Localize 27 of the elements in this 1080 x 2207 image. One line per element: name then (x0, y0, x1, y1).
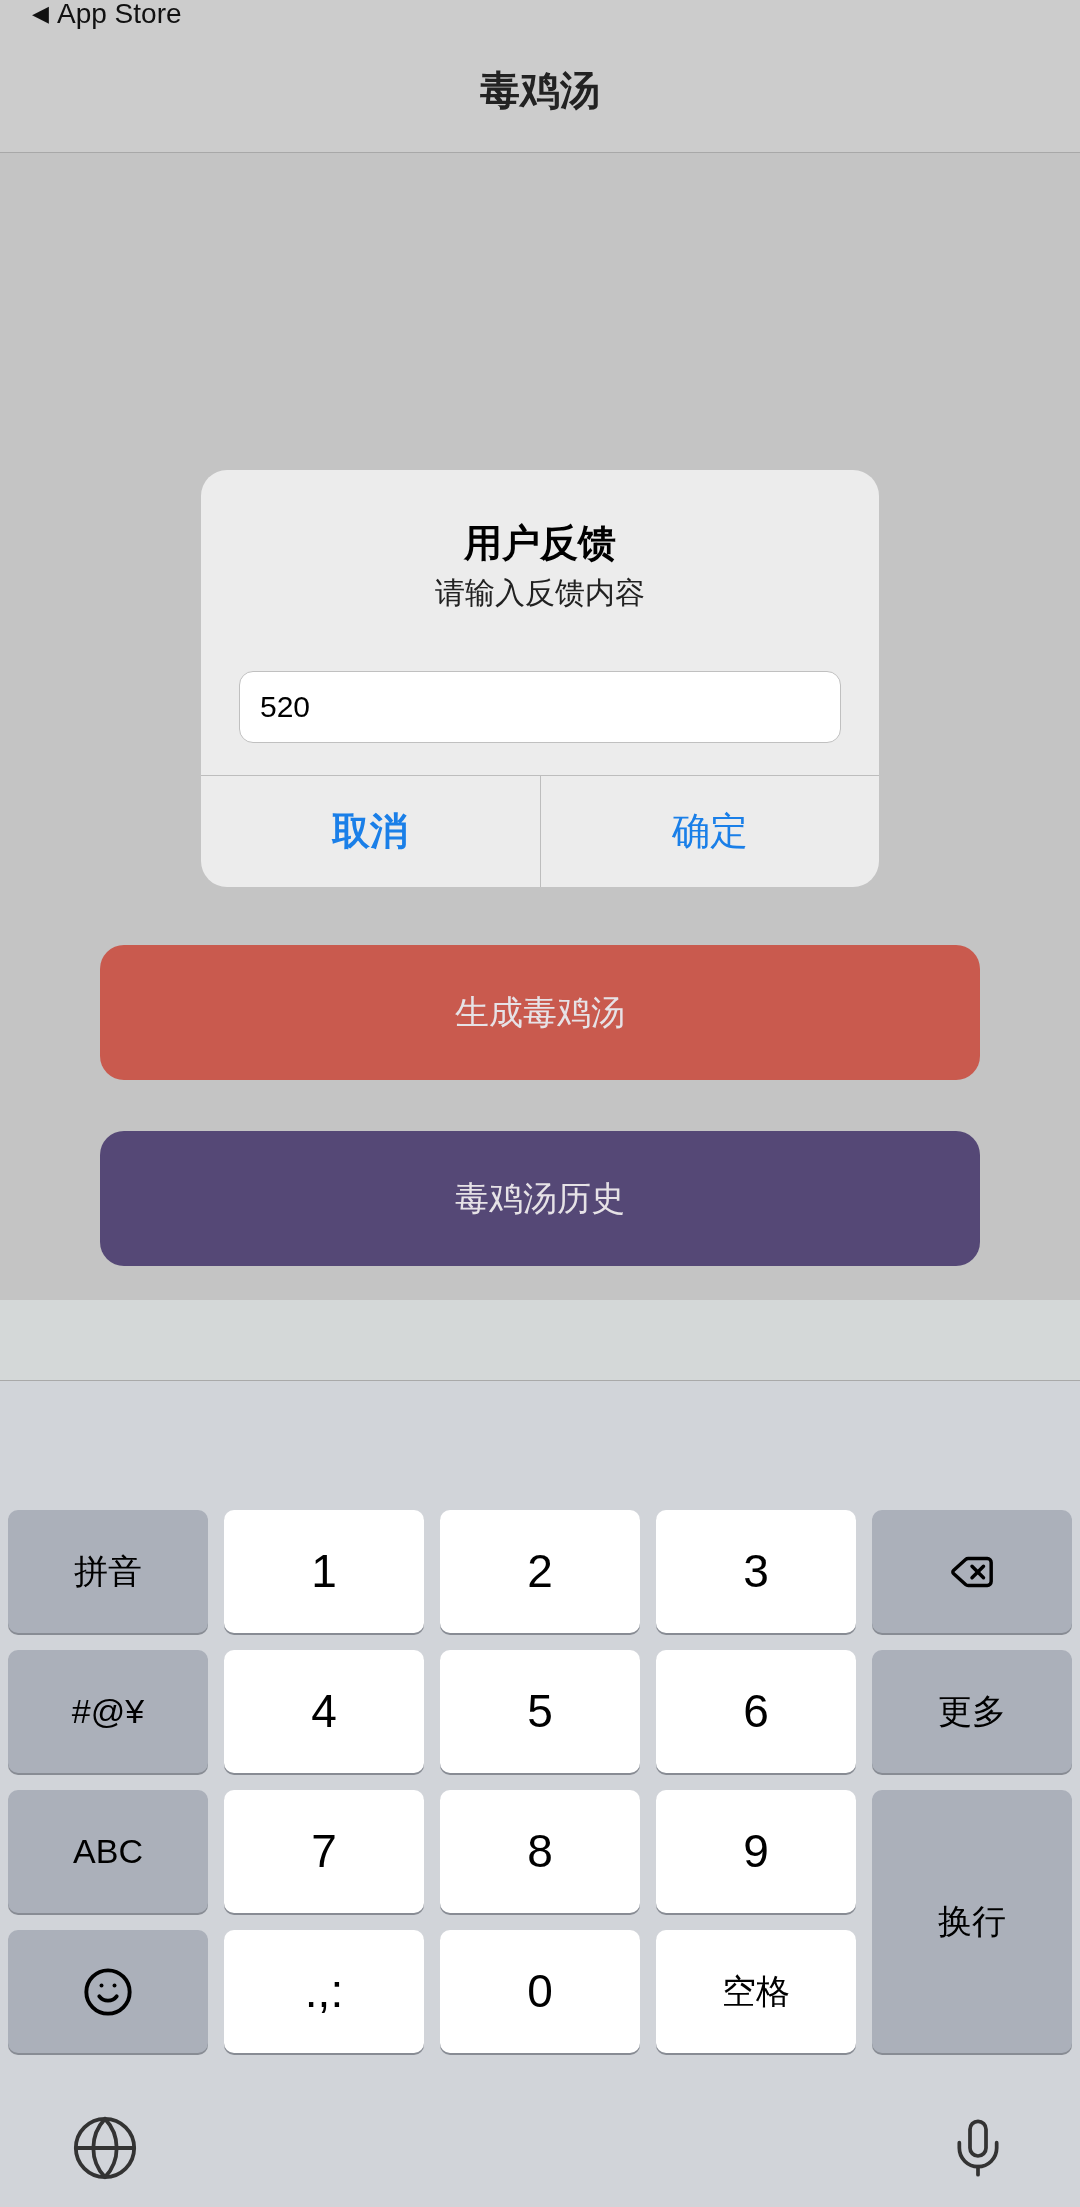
delete-key[interactable] (872, 1510, 1072, 1633)
key[interactable]: 0 (440, 1930, 640, 2053)
function-key[interactable]: 更多 (872, 1650, 1072, 1773)
key[interactable]: 7 (224, 1790, 424, 1913)
return-key[interactable]: 换行 (872, 1790, 1072, 2053)
key[interactable]: .,: (224, 1930, 424, 2053)
key[interactable]: 1 (224, 1510, 424, 1633)
dialog-message: 请输入反馈内容 (435, 574, 645, 611)
feedback-field[interactable]: 520 (239, 671, 841, 743)
nav-title: 毒鸡汤 (480, 67, 600, 114)
key[interactable]: 4 (224, 1650, 424, 1773)
dialog-title: 用户反馈 (464, 521, 616, 566)
emoji-key[interactable] (8, 1930, 208, 2053)
back-arrow[interactable]: ◀ (32, 3, 49, 25)
function-key[interactable]: ABC (8, 1790, 208, 1913)
space-key[interactable]: 空格 (656, 1930, 856, 2053)
back-link[interactable]: App Store (57, 0, 182, 28)
key[interactable]: 6 (656, 1650, 856, 1773)
history-button[interactable]: 毒鸡汤历史 (100, 1131, 980, 1266)
key[interactable]: 3 (656, 1510, 856, 1633)
key[interactable]: 9 (656, 1790, 856, 1913)
function-key[interactable]: #@¥ (8, 1650, 208, 1773)
emoji-icon (82, 1965, 134, 2018)
function-key[interactable]: 拼音 (8, 1510, 208, 1633)
key[interactable]: 2 (440, 1510, 640, 1633)
key[interactable]: 8 (440, 1790, 640, 1913)
key[interactable]: 5 (440, 1650, 640, 1773)
